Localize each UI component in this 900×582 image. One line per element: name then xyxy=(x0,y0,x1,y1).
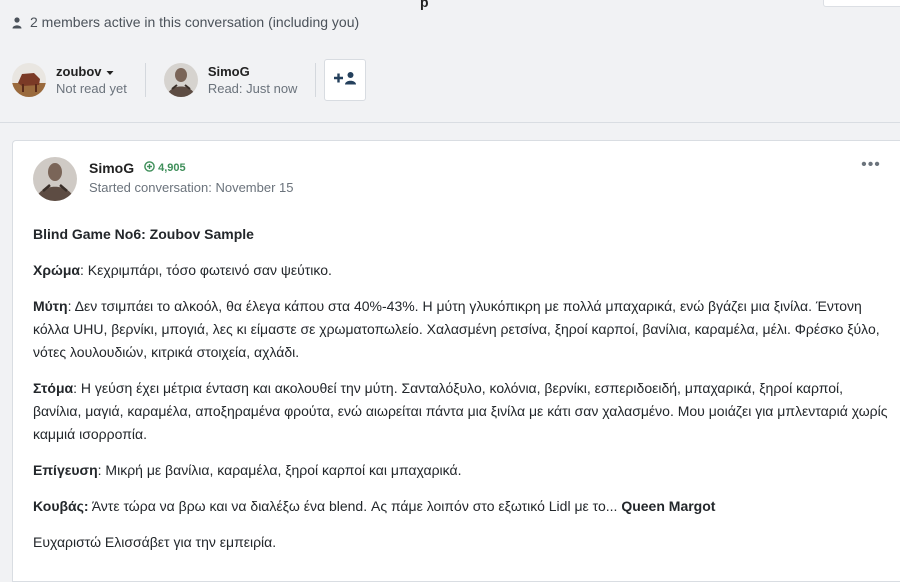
participant-name[interactable]: SimoG xyxy=(208,63,298,80)
section-text: : Κεχριμπάρι, τόσο φωτεινό σαν ψεύτικο. xyxy=(80,262,332,278)
paragraph-palate: Στόμα: Η γεύση έχει μέτρια ένταση και ακ… xyxy=(33,377,893,446)
section-label: Στόμα xyxy=(33,380,74,396)
section-label: Επίγευση xyxy=(33,462,98,478)
post-content: Blind Game No6: Zoubov Sample Χρώμα: Κεχ… xyxy=(33,223,893,567)
highlight-text: Queen Margot xyxy=(621,498,716,514)
more-options-button[interactable]: ••• xyxy=(859,157,883,175)
plus-circle-icon xyxy=(144,161,155,175)
participant-divider xyxy=(315,63,317,97)
reputation-badge: 4,905 xyxy=(144,161,186,175)
author-name[interactable]: SimoG xyxy=(89,160,134,176)
reputation-count: 4,905 xyxy=(158,162,186,174)
participant-simog[interactable]: SimoG Read: Just now xyxy=(163,63,298,97)
paragraph-closing: Ευχαριστώ Ελισσάβετ για την εμπειρία. xyxy=(33,534,277,550)
post-date: Started conversation: November 15 xyxy=(89,180,294,195)
paragraph-nose: Μύτη: Δεν τσιμπάει το αλκοόλ, θα έλεγα κ… xyxy=(33,295,893,364)
add-user-icon xyxy=(333,71,357,90)
participant-status: Read: Just now xyxy=(207,81,298,96)
section-label: Κουβάς: xyxy=(33,498,89,514)
post-title: Blind Game No6: Zoubov Sample xyxy=(33,226,254,242)
participant-name[interactable]: zoubov xyxy=(56,63,127,80)
participant-zoubov[interactable]: zoubov Not read yet xyxy=(12,63,127,97)
avatar[interactable] xyxy=(33,157,77,201)
page-title-fragment: p xyxy=(420,0,429,10)
section-label: Χρώμα xyxy=(33,262,80,278)
section-label: Μύτη xyxy=(33,298,68,314)
paragraph-finish: Επίγευση: Μικρή με βανίλια, καραμέλα, ξη… xyxy=(33,459,893,482)
avatar[interactable] xyxy=(12,63,46,97)
avatar[interactable] xyxy=(163,63,198,97)
post-title-paragraph: Blind Game No6: Zoubov Sample xyxy=(33,223,893,246)
add-participant-button[interactable] xyxy=(324,59,367,101)
active-members-text: 2 members active in this conversation (i… xyxy=(30,14,360,30)
section-text: : Μικρή με βανίλια, καραμέλα, ξηροί καρπ… xyxy=(97,462,462,478)
caret-down-icon[interactable] xyxy=(106,63,114,80)
user-icon xyxy=(12,16,22,29)
participant-divider xyxy=(144,63,146,97)
post-author-line: SimoG 4,905 xyxy=(89,160,186,176)
participant-status: Not read yet xyxy=(56,81,127,96)
conversation-post: SimoG 4,905 Started conversation: Novemb… xyxy=(12,140,900,582)
active-members-line: 2 members active in this conversation (i… xyxy=(12,14,359,30)
paragraph-color: Χρώμα: Κεχριμπάρι, τόσο φωτεινό σαν ψεύτ… xyxy=(33,259,893,282)
section-text: : Η γεύση έχει μέτρια ένταση και ακολουθ… xyxy=(33,380,888,442)
conversation-header: p 2 members active in this conversation … xyxy=(0,0,900,123)
section-text: Άντε τώρα να βρω και να διαλέξω ένα blen… xyxy=(88,498,622,514)
paragraph-bucket: Κουβάς: Άντε τώρα να βρω και να διαλέξω … xyxy=(33,495,893,518)
section-text: : Δεν τσιμπάει το αλκοόλ, θα έλεγα κάπου… xyxy=(33,298,880,360)
participants-list: zoubov Not read yet SimoG Read: Just now xyxy=(12,58,367,102)
header-action-button[interactable] xyxy=(823,0,900,7)
